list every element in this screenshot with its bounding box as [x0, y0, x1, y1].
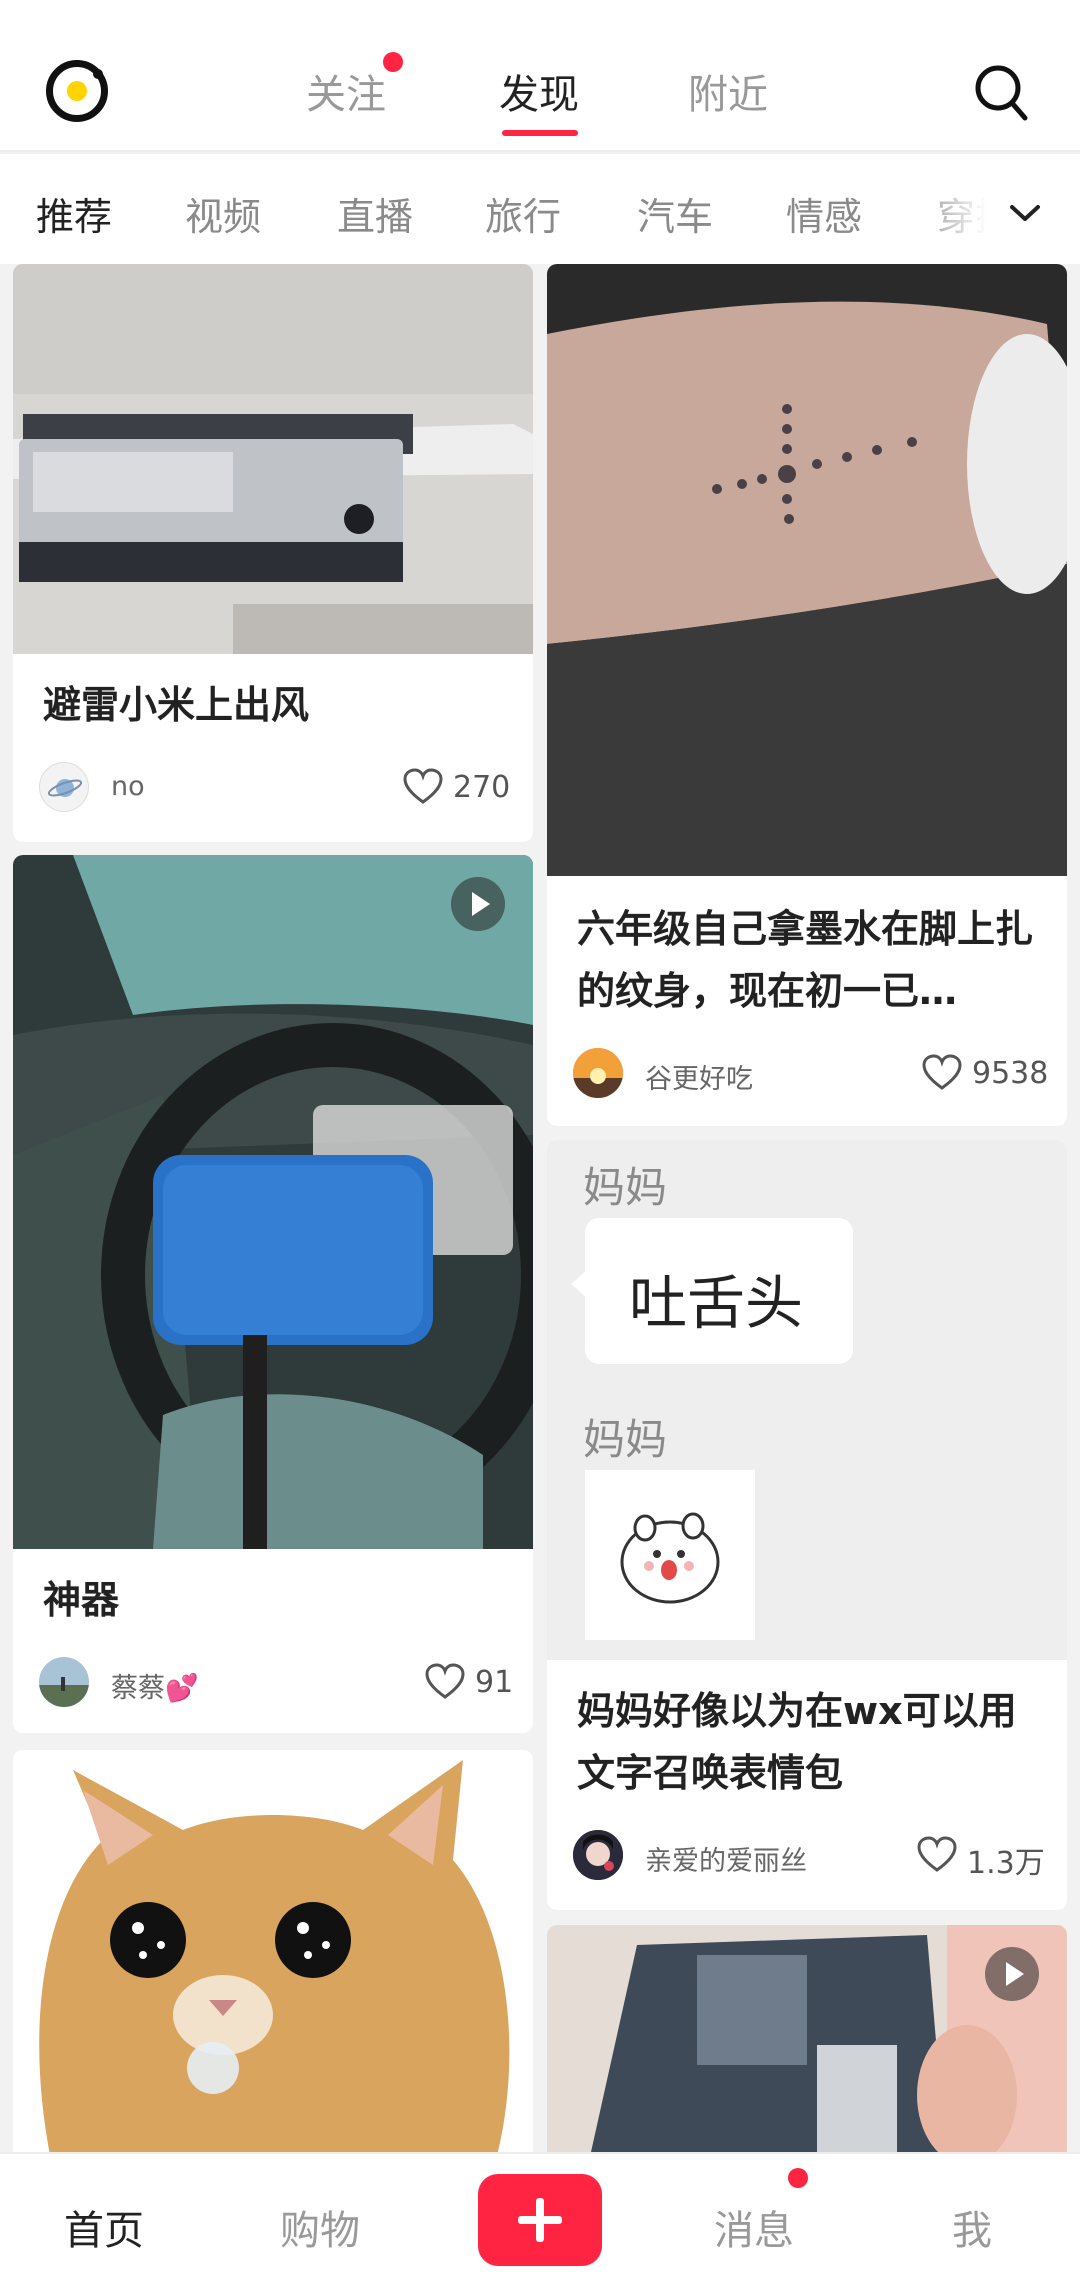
feed-card[interactable]: 六年级自己拿墨水在脚上扎的纹身，现在初一已… 谷更好吃 9538	[547, 264, 1067, 1126]
sticker-image	[585, 1470, 755, 1640]
like-count: 1.3万	[967, 1846, 1045, 1881]
feed-card[interactable]: 妈妈 吐舌头 妈妈 妈妈好像以为在wx可以用文字召唤表情包 亲爱的爱丽丝 1.3…	[547, 1140, 1067, 1910]
card-title: 避雷小米上出风	[43, 683, 310, 727]
chat-bubble-tail	[571, 1270, 587, 1298]
card-image	[13, 855, 533, 1549]
like-button[interactable]: 9538	[922, 1050, 1062, 1096]
search-icon[interactable]	[974, 64, 1028, 122]
category-emotion[interactable]: 情感	[786, 186, 862, 241]
nav-me[interactable]: 我	[952, 2198, 992, 2256]
tattoo-photo	[547, 264, 1067, 876]
like-button[interactable]: 270	[403, 764, 523, 810]
category-video[interactable]: 视频	[185, 186, 261, 241]
planet-icon	[47, 779, 83, 797]
sunset-avatar-image	[573, 1048, 623, 1098]
hamster-sticker-icon	[620, 1512, 720, 1604]
chat-bubble: 吐舌头	[571, 1218, 853, 1364]
category-cars[interactable]: 汽车	[637, 186, 713, 241]
bottom-nav: 首页 购物 消息 我	[0, 2152, 1080, 2277]
card-image	[13, 1750, 533, 2170]
feed-card[interactable]	[13, 1750, 533, 2170]
top-bar: 关注 发现 附近	[0, 0, 1080, 152]
nav-home[interactable]: 首页	[64, 2198, 144, 2256]
feed-card[interactable]	[547, 1925, 1067, 2170]
video-play-icon	[985, 1947, 1039, 2001]
anime-avatar-image	[573, 1830, 623, 1880]
tab-follow[interactable]: 关注	[306, 62, 386, 120]
air-conditioner-photo	[13, 264, 533, 654]
chevron-down-icon[interactable]	[1008, 196, 1042, 230]
author-name[interactable]: 蔡蔡💕	[111, 1666, 199, 1705]
chat-bubble-text: 吐舌头	[629, 1269, 804, 1337]
category-travel[interactable]: 旅行	[485, 186, 561, 241]
chat-sender-name: 妈妈	[583, 1163, 668, 1212]
like-count: 9538	[972, 1056, 1049, 1091]
heart-icon	[917, 1836, 957, 1872]
nav-messages[interactable]: 消息	[714, 2198, 794, 2256]
tab-nearby[interactable]: 附近	[688, 62, 768, 120]
author-name[interactable]: 谷更好吃	[645, 1057, 753, 1096]
category-live[interactable]: 直播	[337, 186, 413, 241]
like-count: 91	[475, 1665, 514, 1700]
feed-card[interactable]: 避雷小米上出风 no 270	[13, 264, 533, 842]
messages-notification-dot	[788, 2168, 808, 2188]
heart-icon	[403, 768, 443, 804]
follow-notification-dot	[383, 52, 403, 72]
video-play-icon	[451, 877, 505, 931]
planet-avatar[interactable]	[39, 762, 89, 812]
like-count: 270	[453, 770, 511, 805]
anime-avatar[interactable]	[573, 1830, 623, 1880]
chat-sender-name: 妈妈	[583, 1415, 668, 1464]
active-tab-indicator	[502, 130, 578, 136]
landscape-avatar-image	[39, 1657, 89, 1707]
card-title: 神器	[43, 1578, 120, 1622]
nav-shopping[interactable]: 购物	[280, 2198, 360, 2256]
heart-icon	[922, 1054, 962, 1090]
card-title: 妈妈好像以为在wx可以用文字召唤表情包	[577, 1689, 1017, 1795]
like-button[interactable]: 1.3万	[917, 1832, 1057, 1881]
like-button[interactable]: 91	[425, 1659, 525, 1705]
create-post-button[interactable]	[478, 2174, 602, 2266]
category-recommend[interactable]: 推荐	[36, 186, 112, 241]
sunset-avatar[interactable]	[573, 1048, 623, 1098]
app-logo-icon[interactable]	[46, 60, 108, 122]
cat-photo	[13, 1750, 533, 2170]
card-title: 六年级自己拿墨水在脚上扎的纹身，现在初一已…	[577, 907, 1034, 1013]
author-name[interactable]: 亲爱的爱丽丝	[645, 1839, 807, 1878]
category-bar: 推荐 视频 直播 旅行 汽车 情感 穿搭	[0, 154, 1080, 264]
heart-icon	[425, 1663, 465, 1699]
car-interior-photo	[13, 855, 533, 1549]
card-image	[547, 264, 1067, 876]
author-name[interactable]: no	[111, 771, 145, 802]
category-fade	[910, 154, 1080, 264]
feed-card[interactable]: 神器 蔡蔡💕 91	[13, 855, 533, 1733]
landscape-avatar[interactable]	[39, 1657, 89, 1707]
card-image	[13, 264, 533, 654]
chat-screenshot-image: 妈妈 吐舌头 妈妈	[547, 1140, 1067, 1660]
tab-discover[interactable]: 发现	[499, 62, 579, 120]
